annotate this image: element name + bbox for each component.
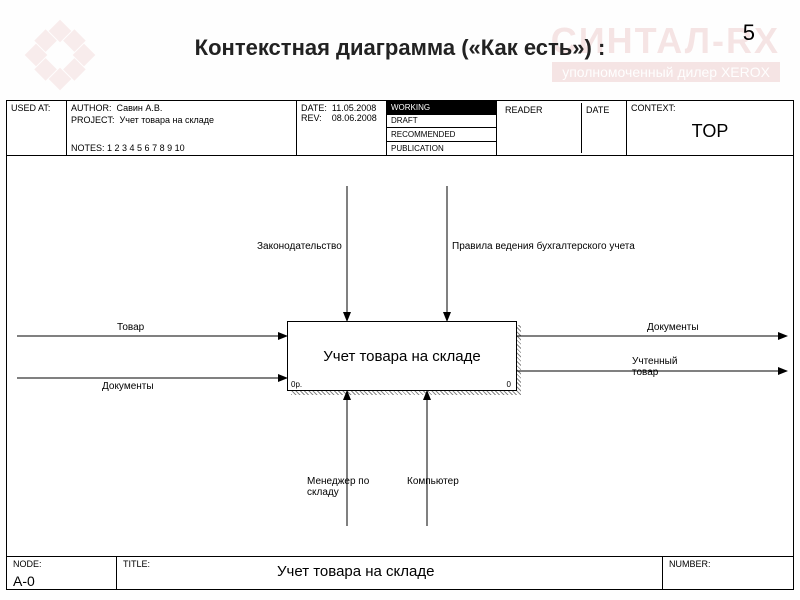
cell-author: AUTHOR: Савин А.В. PROJECT: Учет товара … — [67, 101, 297, 155]
mechanism-right-label: Компьютер — [407, 476, 459, 487]
control-left-label: Законодательство — [257, 241, 342, 252]
header-row: USED AT: AUTHOR: Савин А.В. PROJECT: Уче… — [7, 101, 793, 156]
context-box: Учет товара на складе 0р. 0 — [287, 321, 517, 391]
cell-number: NUMBER: — [663, 557, 793, 590]
diagram-frame: USED AT: AUTHOR: Савин А.В. PROJECT: Уче… — [6, 100, 794, 590]
mechanism-left-label: Менеджер по складу — [307, 476, 377, 498]
cell-status: WORKING DRAFT RECOMMENDED PUBLICATION — [387, 101, 497, 155]
cell-used-at: USED AT: — [7, 101, 67, 155]
page-title: Контекстная диаграмма («Как есть») : — [0, 35, 800, 61]
output-bottom-label: Учтенный товар — [632, 356, 702, 378]
cell-title: TITLE: Учет товара на складе — [117, 557, 663, 590]
output-top-label: Документы — [647, 322, 699, 333]
input-top-label: Товар — [117, 322, 144, 333]
diagram-area: Учет товара на складе 0р. 0 Товар Докуме… — [7, 156, 793, 556]
cell-reader: READER DATE — [497, 101, 627, 155]
control-right-label: Правила ведения бухгалтерского учета — [452, 241, 702, 252]
cell-context: CONTEXT: TOP — [627, 101, 793, 155]
footer-row: NODE: A-0 TITLE: Учет товара на складе N… — [7, 556, 793, 590]
watermark-sub: уполномоченный дилер XEROX — [552, 62, 780, 82]
input-bottom-label: Документы — [102, 381, 154, 392]
cell-date: DATE: 11.05.2008 REV: 08.06.2008 — [297, 101, 387, 155]
cell-node: NODE: A-0 — [7, 557, 117, 590]
